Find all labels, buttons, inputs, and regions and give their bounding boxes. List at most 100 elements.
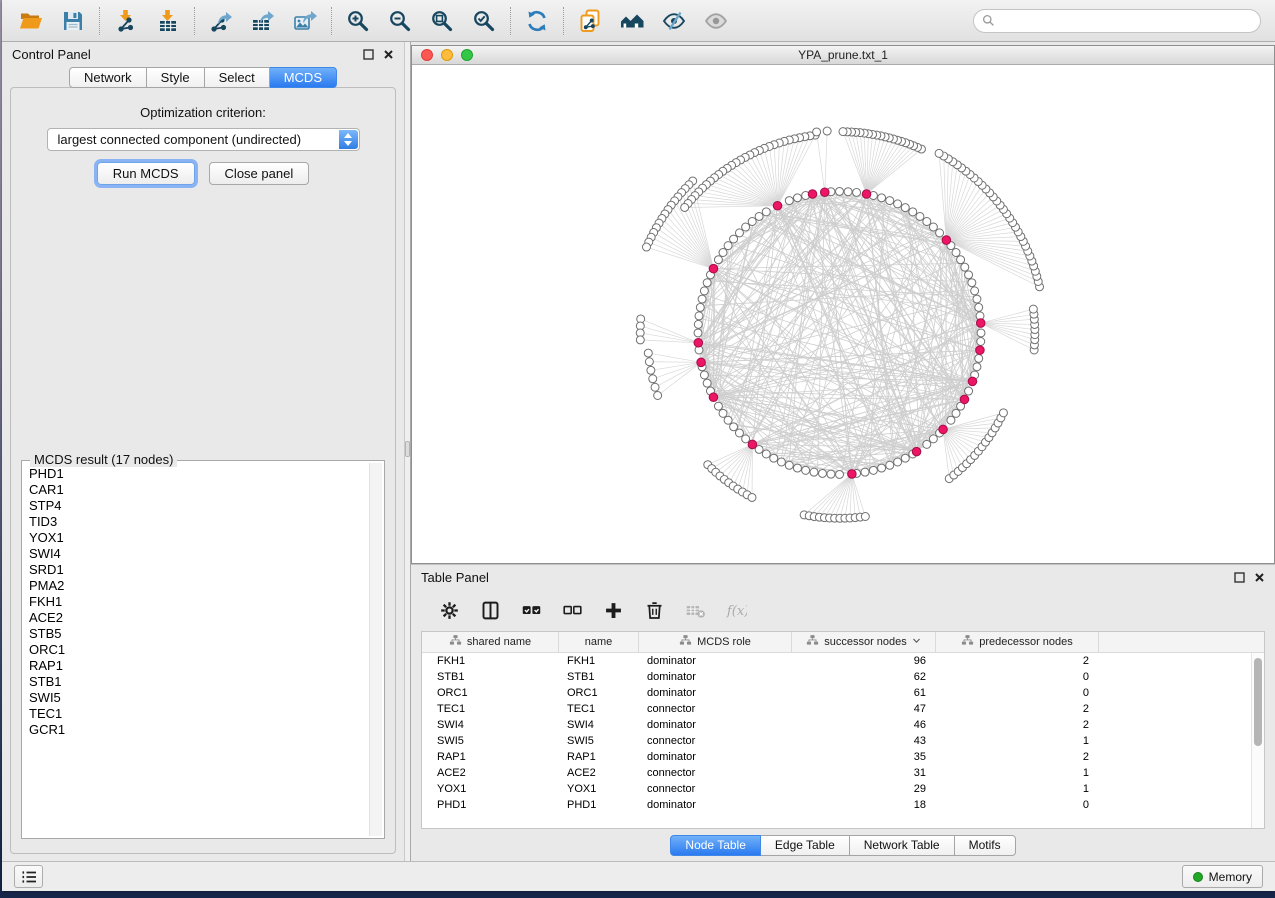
zoom-in-icon[interactable] — [337, 5, 379, 37]
table-cell[interactable]: YOX1 — [422, 781, 559, 797]
table-cell[interactable]: 31 — [792, 765, 936, 781]
mcds-result-item[interactable]: PMA2 — [24, 578, 368, 594]
panel-splitter[interactable] — [404, 42, 411, 861]
table-cell[interactable]: 2 — [936, 701, 1099, 717]
search-input[interactable] — [995, 11, 1252, 31]
table-cell[interactable]: SWI5 — [559, 733, 639, 749]
table-cell[interactable]: TEC1 — [422, 701, 559, 717]
optimization-criterion-select[interactable]: largest connected component (undirected) — [47, 128, 360, 151]
network-graph[interactable] — [412, 65, 1274, 563]
table-cell[interactable]: ORC1 — [422, 685, 559, 701]
table-cell[interactable]: 1 — [936, 733, 1099, 749]
mcds-result-item[interactable]: FKH1 — [24, 594, 368, 610]
mcds-result-item[interactable]: GCR1 — [24, 722, 368, 738]
mcds-result-item[interactable]: PHD1 — [24, 466, 368, 482]
close-panel-button[interactable]: Close panel — [209, 162, 310, 185]
task-history-button[interactable] — [14, 865, 43, 888]
mcds-result-item[interactable]: SRD1 — [24, 562, 368, 578]
import-table-icon[interactable] — [147, 5, 189, 37]
tab-select[interactable]: Select — [205, 67, 270, 88]
mcds-result-item[interactable]: STB5 — [24, 626, 368, 642]
table-cell[interactable]: 1 — [936, 781, 1099, 797]
table-cell[interactable]: 2 — [936, 749, 1099, 765]
table-row[interactable]: SWI5SWI5connector431 — [422, 733, 1264, 749]
zoom-selected-icon[interactable] — [463, 5, 505, 37]
table-scrollbar[interactable] — [1251, 653, 1264, 828]
table-cell[interactable]: dominator — [639, 749, 792, 765]
table-cell[interactable]: dominator — [639, 653, 792, 669]
tab-mcds[interactable]: MCDS — [270, 67, 337, 88]
table-cell[interactable]: dominator — [639, 669, 792, 685]
mcds-list-scrollbar[interactable] — [369, 463, 382, 836]
table-scrollbar-thumb[interactable] — [1254, 658, 1262, 746]
splitter-grip[interactable] — [405, 441, 410, 457]
mcds-result-item[interactable]: CAR1 — [24, 482, 368, 498]
float-table-panel-icon[interactable] — [1233, 572, 1245, 584]
table-cell[interactable]: 47 — [792, 701, 936, 717]
save-session-icon[interactable] — [52, 5, 94, 37]
table-cell[interactable]: RAP1 — [422, 749, 559, 765]
table-cell[interactable]: connector — [639, 733, 792, 749]
column-header-shared-name[interactable]: shared name — [422, 632, 559, 652]
minimize-window-icon[interactable] — [441, 49, 453, 61]
refresh-icon[interactable] — [516, 5, 558, 37]
table-cell[interactable]: YOX1 — [559, 781, 639, 797]
tab-edge-table[interactable]: Edge Table — [761, 835, 850, 856]
table-cell[interactable]: ACE2 — [559, 765, 639, 781]
open-file-icon[interactable] — [10, 5, 52, 37]
mcds-result-item[interactable]: TEC1 — [24, 706, 368, 722]
tab-style[interactable]: Style — [147, 67, 205, 88]
table-cell[interactable]: 62 — [792, 669, 936, 685]
table-cell[interactable]: 18 — [792, 797, 936, 813]
table-row[interactable]: RAP1RAP1dominator352 — [422, 749, 1264, 765]
table-row[interactable]: TEC1TEC1connector472 — [422, 701, 1264, 717]
table-cell[interactable]: STB1 — [559, 669, 639, 685]
mcds-result-item[interactable]: STP4 — [24, 498, 368, 514]
table-cell[interactable]: PHD1 — [422, 797, 559, 813]
table-cell[interactable]: 46 — [792, 717, 936, 733]
table-cell[interactable]: 29 — [792, 781, 936, 797]
close-table-panel-icon[interactable] — [1253, 572, 1265, 584]
table-settings-icon[interactable] — [437, 598, 461, 622]
table-cell[interactable]: connector — [639, 781, 792, 797]
table-row[interactable]: ACE2ACE2connector311 — [422, 765, 1264, 781]
tab-network[interactable]: Network — [69, 67, 147, 88]
maximize-window-icon[interactable] — [461, 49, 473, 61]
mcds-result-item[interactable]: TID3 — [24, 514, 368, 530]
export-network-icon[interactable] — [200, 5, 242, 37]
table-cell[interactable]: RAP1 — [559, 749, 639, 765]
table-cell[interactable]: SWI4 — [559, 717, 639, 733]
table-cell[interactable]: 96 — [792, 653, 936, 669]
table-cell[interactable]: STB1 — [422, 669, 559, 685]
zoom-out-icon[interactable] — [379, 5, 421, 37]
close-panel-icon[interactable] — [382, 49, 394, 61]
table-cell[interactable]: 35 — [792, 749, 936, 765]
table-row[interactable]: STB1STB1dominator620 — [422, 669, 1264, 685]
table-cell[interactable]: 0 — [936, 797, 1099, 813]
select-all-rows-icon[interactable] — [519, 598, 543, 622]
mcds-result-item[interactable]: SWI4 — [24, 546, 368, 562]
table-cell[interactable]: 1 — [936, 765, 1099, 781]
table-cell[interactable]: PHD1 — [559, 797, 639, 813]
mcds-result-item[interactable]: YOX1 — [24, 530, 368, 546]
hide-selected-icon[interactable] — [653, 5, 695, 37]
import-network-icon[interactable] — [105, 5, 147, 37]
table-cell[interactable]: FKH1 — [559, 653, 639, 669]
table-cell[interactable]: SWI4 — [422, 717, 559, 733]
network-canvas[interactable] — [412, 65, 1274, 563]
column-header-MCDS-role[interactable]: MCDS role — [639, 632, 792, 652]
column-header-predecessor-nodes[interactable]: predecessor nodes — [936, 632, 1099, 652]
table-row[interactable]: PHD1PHD1dominator180 — [422, 797, 1264, 813]
table-row[interactable]: SWI4SWI4dominator462 — [422, 717, 1264, 733]
mcds-result-item[interactable]: SWI5 — [24, 690, 368, 706]
table-cell[interactable]: connector — [639, 701, 792, 717]
table-cell[interactable]: 0 — [936, 685, 1099, 701]
tab-network-table[interactable]: Network Table — [850, 835, 955, 856]
column-header-name[interactable]: name — [559, 632, 639, 652]
export-table-icon[interactable] — [242, 5, 284, 37]
tab-motifs[interactable]: Motifs — [955, 835, 1016, 856]
table-cell[interactable]: 0 — [936, 669, 1099, 685]
memory-button[interactable]: Memory — [1182, 865, 1263, 888]
column-header-successor-nodes[interactable]: successor nodes — [792, 632, 936, 652]
show-columns-icon[interactable] — [478, 598, 502, 622]
